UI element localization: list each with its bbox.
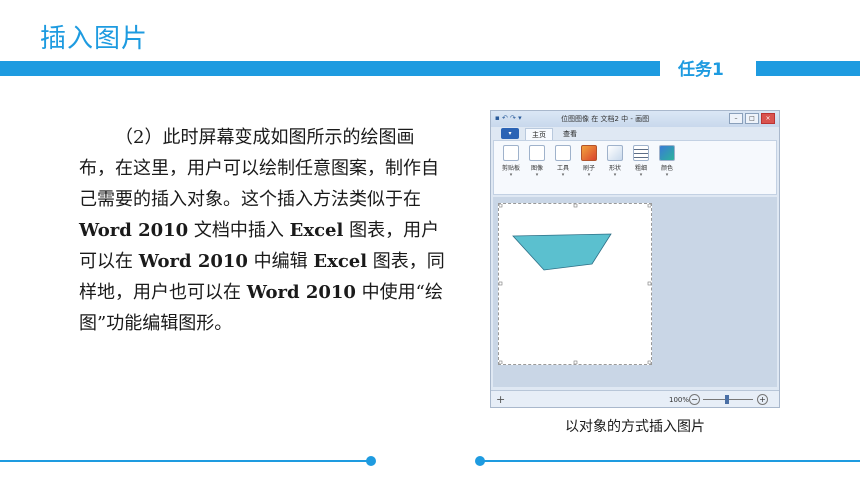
paint-window-title: 位图图像 在 文档2 中 - 画图	[561, 115, 650, 123]
footer-line-right	[480, 460, 860, 462]
ribbon-group-clipboard[interactable]: 剪贴板 ▾	[498, 145, 524, 178]
window-controls: – □ ×	[729, 113, 775, 124]
quick-access-icons: ▪ ↶ ↷ ▾	[495, 114, 522, 122]
paragraph-run: 文档中插入	[188, 220, 290, 241]
paint-ribbon: 剪贴板 ▾ 图像 ▾ 工具 ▾ 刷子 ▾ 形状 ▾ 粗细 ▾ 颜色 ▾	[493, 140, 777, 195]
paint-screenshot: ▪ ↶ ↷ ▾ 位图图像 在 文档2 中 - 画图 – □ × ▾ 主页 查看 …	[490, 110, 780, 408]
maximize-icon[interactable]: □	[745, 113, 759, 124]
minimize-icon[interactable]: –	[729, 113, 743, 124]
canvas-resize-handles	[498, 203, 652, 365]
body-paragraph: （2）此时屏幕变成如图所示的绘图画布，在这里，用户可以绘制任意图案，制作自己需要…	[79, 122, 449, 339]
header-band-left	[0, 61, 660, 76]
paint-canvas-area	[493, 197, 777, 387]
tab-view[interactable]: 查看	[557, 128, 583, 140]
crosshair-icon: +	[496, 393, 506, 406]
figure-caption: 以对象的方式插入图片	[565, 419, 705, 435]
zoom-out-icon[interactable]: −	[689, 394, 700, 405]
zoom-level: 100%	[669, 396, 690, 404]
canvas-drawing	[498, 203, 652, 365]
paint-tabs: ▾ 主页 查看	[491, 127, 779, 141]
paragraph-run: （2）此时屏幕变成如图所示的绘图画布，在这里，用户可以绘制任意图案，制作自己需要…	[79, 127, 439, 210]
page-title: 插入图片	[40, 24, 149, 54]
paragraph-run: Excel	[289, 220, 344, 241]
file-menu-button[interactable]: ▾	[501, 128, 519, 139]
paint-status-bar: + 100% − +	[491, 390, 779, 407]
ribbon-group-colors[interactable]: 颜色 ▾	[654, 145, 680, 178]
footer-line-left	[0, 460, 372, 462]
paragraph-run: Word 2010	[79, 220, 189, 241]
line-width-icon	[633, 145, 649, 161]
paint-titlebar: ▪ ↶ ↷ ▾ 位图图像 在 文档2 中 - 画图 – □ ×	[491, 111, 779, 127]
drawing-canvas[interactable]	[498, 203, 652, 365]
paragraph-run: 中编辑	[247, 251, 314, 272]
close-icon[interactable]: ×	[761, 113, 775, 124]
shapes-icon	[607, 145, 623, 161]
footer-dot-right	[475, 456, 485, 466]
color-icon	[659, 145, 675, 161]
ribbon-group-size[interactable]: 粗细 ▾	[628, 145, 654, 178]
ribbon-group-tools[interactable]: 工具 ▾	[550, 145, 576, 178]
tools-icon	[555, 145, 571, 161]
drawn-shape	[512, 233, 612, 271]
ribbon-group-image[interactable]: 图像 ▾	[524, 145, 550, 178]
image-icon	[529, 145, 545, 161]
zoom-in-icon[interactable]: +	[757, 394, 768, 405]
header-band-right	[756, 61, 860, 76]
zoom-slider-knob[interactable]	[725, 395, 729, 404]
brush-icon	[581, 145, 597, 161]
paragraph-run: Word 2010	[138, 251, 248, 272]
ribbon-group-brushes[interactable]: 刷子 ▾	[576, 145, 602, 178]
paragraph-run: Excel	[313, 251, 368, 272]
ribbon-group-shapes[interactable]: 形状 ▾	[602, 145, 628, 178]
paragraph-run: Word 2010	[246, 282, 356, 303]
task-label: 任务1	[678, 60, 724, 80]
clipboard-icon	[503, 145, 519, 161]
footer-dot-left	[366, 456, 376, 466]
